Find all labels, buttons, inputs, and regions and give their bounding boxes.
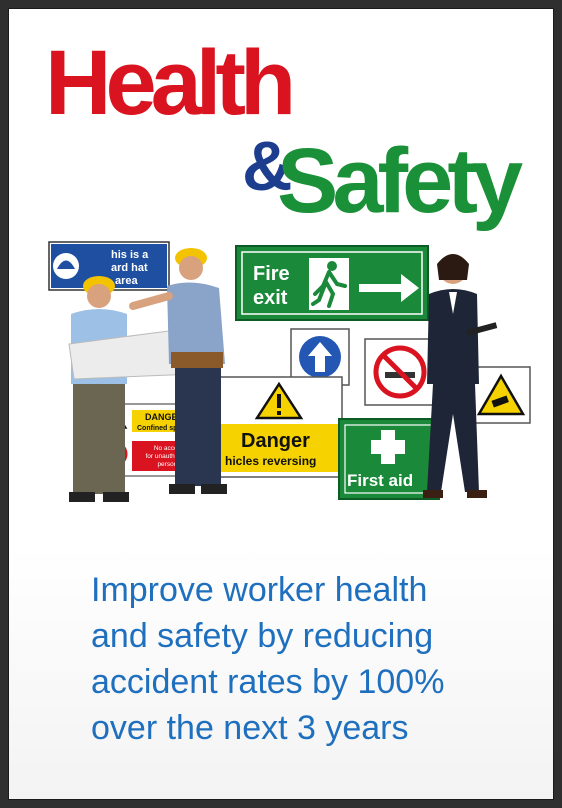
tagline-line-4: over the next 3 years	[91, 709, 409, 747]
danger-big-sub: hicles reversing	[225, 454, 316, 468]
tagline-line-1: Improve worker health	[91, 571, 428, 609]
safety-illustration: his is a ard hat area Fire exit DANGER C…	[48, 241, 531, 502]
tagline-line-2: and safety by reducing	[91, 617, 434, 655]
cctv-warning-sign	[471, 366, 531, 424]
no-smoking-sign	[364, 338, 436, 406]
hard-hat-text-2: ard hat	[111, 262, 148, 274]
danger-big-title: Danger	[241, 430, 310, 452]
fire-exit-sign: Fire exit	[235, 245, 429, 321]
danger-vehicles-reversing-sign: Danger hicles reversing	[215, 376, 343, 478]
hard-hat-text-3: area	[115, 275, 139, 287]
title-safety: Safety	[277, 130, 523, 232]
fire-exit-text-1: Fire	[253, 263, 290, 285]
tagline: Improve worker health and safety by redu…	[91, 567, 531, 751]
first-aid-sign: First aid	[338, 418, 440, 500]
fire-exit-text-2: exit	[253, 287, 288, 309]
first-aid-text: First aid	[347, 471, 413, 490]
hard-hat-text-1: his is a	[111, 249, 149, 261]
title-health: Health	[45, 32, 296, 134]
tagline-line-3: accident rates by 100%	[91, 663, 445, 701]
poster-card: Health & Safety his is a ard hat area Fi…	[8, 8, 554, 800]
